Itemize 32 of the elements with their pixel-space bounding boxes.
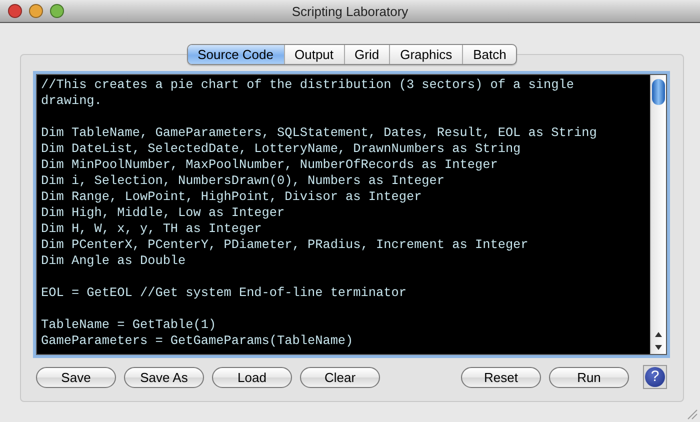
scrollbar[interactable] [650,75,666,354]
tab[interactable]: Grid [344,45,390,64]
tab[interactable]: Output [284,45,344,64]
zoom-icon[interactable] [50,4,64,18]
code-line: Dim H, W, x, y, TH as Integer [41,221,263,237]
code-editor[interactable] [36,74,667,355]
tab[interactable]: Graphics [389,45,462,64]
action-button[interactable]: Run [549,366,629,388]
code-line: //This creates a pie chart of the distribution (3 sectors) of a single drawing. [41,77,575,109]
help-button[interactable]: ? [643,365,667,389]
action-button[interactable]: Load [212,366,292,388]
resize-grip-icon[interactable] [687,409,698,420]
close-icon[interactable] [8,4,22,18]
action-button[interactable]: Save As [124,366,204,388]
action-button[interactable]: Reset [461,366,541,388]
code-line: Dim TableName, GameParameters, SQLStatement, Dates, Result, EOL as String [41,125,598,141]
action-button[interactable]: Save [36,366,116,388]
code-line: Dim MinPoolNumber, MaxPoolNumber, NumberOfRecords as Integer [41,157,499,173]
tab[interactable]: Source Code [188,45,284,64]
code-line: Dim DateList, SelectedDate, LotteryName, DrawnNumbers as String [41,141,522,157]
code-line: Dim i, Selection, NumbersDrawn(0), Numbers as Integer [41,173,446,189]
code-line: Dim Range, LowPoint, HighPoint, Divisor as Integer [41,189,423,205]
minimize-icon[interactable] [29,4,43,18]
code-line: Dim Angle as Double [41,253,187,269]
code-line: GameParameters = GetGameParams(TableName) [41,333,354,349]
scroll-thumb[interactable] [652,79,665,105]
code-line: TableName = GetTable(1) [41,317,218,333]
code-line: Dim High, Middle, Low as Integer [41,205,286,221]
code-line: EOL = GetEOL //Get system End-of-line terminator [41,285,408,301]
window-title: Scripting Laboratory [292,4,408,18]
code-line: Dim PCenterX, PCenterY, PDiameter, PRadius, Increment as Integer [41,237,530,253]
action-button[interactable]: Clear [300,366,380,388]
